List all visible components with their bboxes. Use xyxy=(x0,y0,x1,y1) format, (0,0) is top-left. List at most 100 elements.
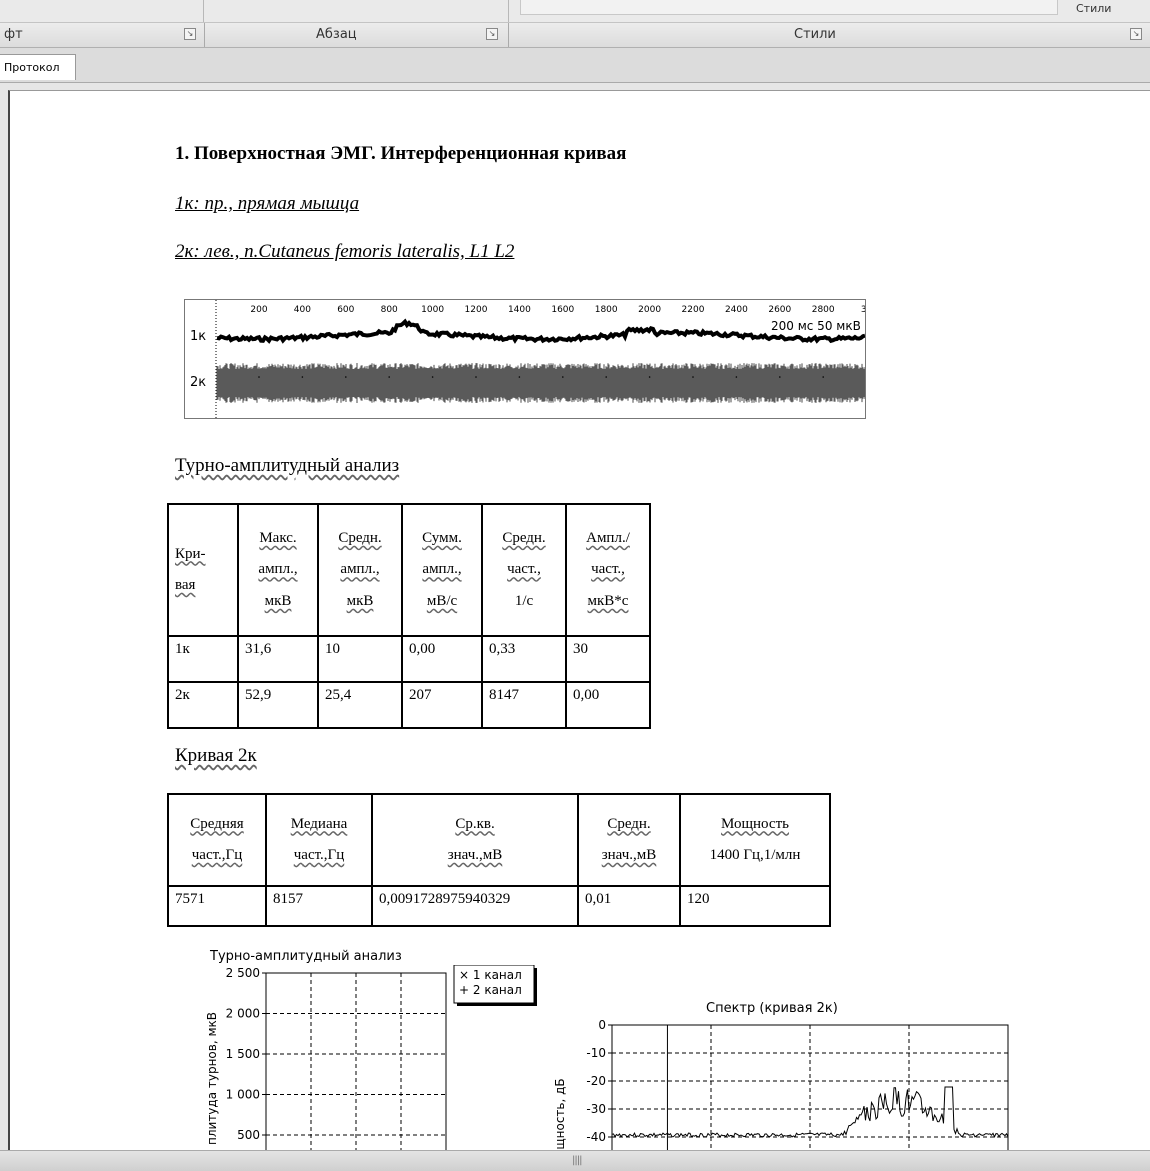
emg-marker xyxy=(692,376,694,378)
emg-scale-label: 200 мс 50 мкВ xyxy=(771,319,861,333)
emg-tick-label: 200 xyxy=(250,305,267,315)
dialog-launcher-icon[interactable]: ↘ xyxy=(1130,28,1142,40)
emg-tick-label: 1800 xyxy=(595,305,618,315)
emg-tick-label: 2000 xyxy=(638,305,661,315)
emg-marker xyxy=(475,376,477,378)
ribbon-divider xyxy=(508,0,509,22)
emg-tick-label: 1400 xyxy=(508,305,531,315)
column-header: Сумм. ампл., мВ/с xyxy=(401,503,483,637)
channel1-description: 1к: пр., прямая мышца xyxy=(175,193,360,214)
turn-chart-legend: × 1 канал+ 2 канал xyxy=(453,965,537,1006)
table-cell: 0,01 xyxy=(577,885,681,927)
turn-chart-ytick-label: 500 xyxy=(237,1128,260,1142)
dialog-launcher-icon[interactable]: ↘ xyxy=(184,28,196,40)
turn-amplitude-table: Кри-вая Макс. ампл., мкВ Средн. ампл., мкВ Сумм… xyxy=(167,503,651,729)
emg-marker xyxy=(779,376,781,378)
table-cell: 10 xyxy=(317,635,403,683)
header-text: вая xyxy=(175,577,196,593)
column-header: Мощность 1400 Гц,1/млн xyxy=(679,793,831,887)
emg-tick-label: 2200 xyxy=(682,305,705,315)
section-heading: 1. Поверхностная ЭМГ. Интерференционная … xyxy=(175,143,627,164)
table-cell: 2к xyxy=(167,681,239,729)
group-label-font: фт xyxy=(4,27,23,42)
document-page[interactable]: 1. Поверхностная ЭМГ. Интерференционная … xyxy=(8,90,1150,1151)
styles-gallery[interactable] xyxy=(520,0,1058,15)
emg-marker xyxy=(345,376,347,378)
header-text: част., xyxy=(591,561,625,578)
tab-protocol[interactable]: Протокол xyxy=(0,54,76,80)
spectrum-chart: 0 -10 -20 -30 -40 ощность, дБ xyxy=(553,1018,1009,1151)
column-header: Ампл./ част., мкВ*с xyxy=(565,503,651,637)
column-header: Средн. ампл., мкВ xyxy=(317,503,403,637)
turn-chart-ytick-label: 1 500 xyxy=(226,1047,260,1061)
turn-analysis-title: Турно-амплитудный анализ xyxy=(175,455,400,476)
status-bar: |||| xyxy=(0,1150,1150,1171)
table-cell: 8147 xyxy=(481,681,567,729)
resize-grip-icon[interactable]: |||| xyxy=(572,1155,583,1166)
table-cell: 31,6 xyxy=(237,635,319,683)
table-cell: 25,4 xyxy=(317,681,403,729)
emg-marker xyxy=(431,376,434,378)
header-text: Средн. xyxy=(607,815,651,832)
column-header: Ср.кв. знач.,мВ xyxy=(371,793,579,887)
styles-button[interactable]: Стили xyxy=(1076,2,1111,15)
table-cell: 120 xyxy=(679,885,831,927)
turn-chart-title: Турно-амплитудный анализ xyxy=(210,949,402,964)
header-text: част., xyxy=(507,561,541,578)
group-separator xyxy=(508,23,509,47)
header-text: Средн. xyxy=(338,529,382,546)
column-header: Медиана част.,Гц xyxy=(265,793,373,887)
emg-marker xyxy=(648,376,651,378)
group-label-styles: Стили xyxy=(794,27,836,42)
spectrum-ytick-label: -10 xyxy=(586,1046,606,1060)
spectrum-chart-title: Спектр (кривая 2к) xyxy=(706,1001,838,1016)
header-text: част.,Гц xyxy=(293,847,345,863)
header-text: 1/с xyxy=(514,592,534,609)
table-cell: 7571 xyxy=(167,885,267,927)
turn-chart-plot-area xyxy=(265,972,447,1151)
table-row: 7571 8157 0,0091728975940329 0,01 120 xyxy=(167,885,831,927)
dialog-launcher-icon[interactable]: ↘ xyxy=(486,28,498,40)
header-text: мВ/с xyxy=(426,592,458,609)
turn-chart-ylabel: плитуда турнов, мкВ xyxy=(205,1012,219,1145)
emg-tick-label: 1600 xyxy=(551,305,574,315)
header-text: Ампл./ xyxy=(586,529,630,546)
emg-marker xyxy=(562,376,564,378)
table-cell: 0,00 xyxy=(565,681,651,729)
table-row: 1к 31,6 10 0,00 0,33 30 xyxy=(167,635,651,683)
table-cell: 0,0091728975940329 xyxy=(371,885,579,927)
emg-tick-label: 800 xyxy=(381,305,398,315)
emg-marker xyxy=(518,376,521,378)
ribbon-divider xyxy=(203,0,204,22)
header-text: Ср.кв. xyxy=(455,815,495,832)
document-tabbar: Протокол xyxy=(0,48,1150,83)
emg-channel1-label: 1к xyxy=(190,329,206,344)
header-text: мкВ xyxy=(346,592,374,609)
header-text: ампл., xyxy=(258,561,298,578)
legend-entry: × 1 канал xyxy=(459,968,522,982)
curve-parameters-table: Средняя част.,Гц Медиана част.,Гц Ср.кв. знач… xyxy=(167,793,831,927)
emg-marker xyxy=(822,376,824,378)
ribbon-group-labels: фт ↘ Абзац ↘ Стили ↘ xyxy=(0,22,1150,48)
table-row: 2к 52,9 25,4 207 8147 0,00 xyxy=(167,681,651,729)
emg-marker xyxy=(388,376,390,378)
table-cell: 207 xyxy=(401,681,483,729)
emg-channel2-label: 2к xyxy=(190,375,206,390)
spectrum-ytick-label: -40 xyxy=(586,1130,606,1144)
header-text: Медиана xyxy=(290,815,348,832)
spectrum-ytick-label: -30 xyxy=(586,1102,606,1116)
emg-tick-label: 600 xyxy=(337,305,354,315)
emg-marker xyxy=(258,376,260,378)
table-cell: 8157 xyxy=(265,885,373,927)
emg-trace-svg: 200 400 600 800 1000 1200 1400 1600 1800 2000 2200… xyxy=(190,300,873,418)
table-cell: 0,33 xyxy=(481,635,567,683)
emg-channel1-trace xyxy=(216,318,866,344)
emg-channel2-trace xyxy=(216,363,866,403)
group-separator xyxy=(204,23,205,47)
header-text: Макс. xyxy=(259,529,297,546)
turn-amplitude-chart: 2 500 2 000 1 500 1 000 500 плитуда турнов, м… xyxy=(205,965,537,1151)
emg-tick-label: 1000 xyxy=(421,305,444,315)
table-header-row: Кри-вая Макс. ампл., мкВ Средн. ампл., мкВ Сумм… xyxy=(167,503,651,637)
channel2-description: 2к: лев., n.Cutaneus femoris lateralis, … xyxy=(175,241,515,262)
ribbon: Стили фт ↘ Абзац ↘ Стили ↘ xyxy=(0,0,1150,48)
